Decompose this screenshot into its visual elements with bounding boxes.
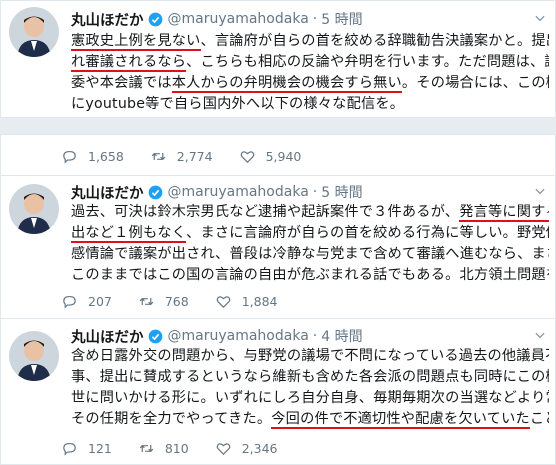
highlight-underline: 今回の件で不適切性や配慮を欠いていた	[271, 411, 530, 429]
timestamp[interactable]: 5 時間	[321, 9, 362, 29]
action-bar: 207 768 1,884	[61, 290, 304, 312]
verified-badge-icon	[148, 329, 163, 344]
tweet-line: その任期を全力でやってきた。今回の件で不適切性や配慮を欠いていたことに	[71, 411, 549, 429]
separator-dot: ·	[312, 184, 318, 200]
like-button[interactable]: 2,346	[215, 440, 278, 457]
like-count: 5,940	[265, 148, 302, 164]
reply-button[interactable]: 1,658	[61, 148, 124, 165]
verified-badge-icon	[148, 185, 163, 200]
tweet-line: 感情論で議案が出され、普段は冷静な与党まで含めて審議へ進むなら、まさに	[71, 246, 549, 262]
retweet-icon	[139, 297, 154, 305]
tweet-3[interactable]: 丸山ほだか @maruyamahodaka · 4 時間 含め日露外交の問題から…	[0, 319, 556, 465]
retweet-count: 810	[164, 440, 189, 456]
tweet-header: 丸山ほだか @maruyamahodaka · 4 時間	[71, 326, 535, 346]
chevron-down-icon[interactable]	[533, 11, 547, 25]
chevron-down-icon[interactable]	[533, 184, 547, 198]
highlight-underline: 本人からの弁明機会の機会すら無い	[171, 75, 402, 93]
divider	[0, 118, 556, 134]
retweet-button[interactable]: 768	[138, 293, 189, 310]
display-name[interactable]: 丸山ほだか	[71, 182, 144, 203]
retweet-button[interactable]: 810	[138, 440, 189, 457]
tweet-line: 世に問いかける形に。いずれにしろ自分自身、毎期毎期次の当選などより常に	[71, 390, 549, 406]
retweet-count: 2,774	[176, 148, 213, 164]
tweet-line: このままではこの国の言論の自由が危ぶまれる話でもある。北方領土問題を	[71, 267, 549, 283]
retweet-button[interactable]: 2,774	[150, 148, 213, 165]
timestamp[interactable]: 4 時間	[321, 326, 362, 346]
like-count: 2,346	[241, 440, 278, 456]
chevron-down-icon[interactable]	[533, 328, 547, 342]
reply-icon	[63, 295, 76, 309]
retweet-icon	[151, 152, 166, 160]
tweet-line: 過去、可決は鈴木宗男氏など逮捕や起訴案件で３件あるが、発言等に関する提	[71, 202, 549, 223]
tweet-line: 含め日露外交の問題から、与野党の議場で不問になっている過去の他議員不祥	[71, 348, 549, 364]
tweet-line: れ審議されるなら、こちらも相応の反論や弁明を行います。ただ問題は、議運	[71, 54, 549, 72]
handle[interactable]: @maruyamahodaka	[168, 11, 309, 27]
timestamp[interactable]: 5 時間	[321, 182, 362, 202]
like-icon	[240, 150, 254, 163]
like-count: 1,884	[241, 293, 278, 309]
highlight-underline: 発言等に関する提	[459, 204, 549, 222]
tweet-text: 含め日露外交の問題から、与野党の議場で不問になっている過去の他議員不祥 事、提出…	[71, 346, 549, 430]
display-name[interactable]: 丸山ほだか	[71, 326, 144, 347]
tweet-line: 委や本会議では本人からの弁明機会の機会すら無い。その場合には、この機会	[71, 75, 549, 93]
separator-dot: ·	[312, 328, 318, 344]
like-icon	[216, 442, 231, 455]
action-bar: 121 810 2,346	[61, 437, 304, 459]
reply-count: 1,658	[88, 148, 124, 164]
tweet-text: 憲政史上例を見ない、言論府が自らの首を絞める辞職勧告決議案かと。提出さ れ審議さ…	[71, 31, 549, 115]
tweet-line: 事、提出に賛成するというなら維新も含めた各会派の問題点も同時にこの機に	[71, 369, 549, 385]
like-button[interactable]: 1,884	[215, 293, 278, 310]
tweet-line: にyoutube等で自ら国内外へ以下の様々な配信を。	[71, 96, 405, 112]
tweet-line: 憲政史上例を見ない、言論府が自らの首を絞める辞職勧告決議案かと。提出さ	[71, 33, 549, 51]
reply-icon	[63, 442, 76, 456]
tweet-text: 過去、可決は鈴木宗男氏など逮捕や起訴案件で３件あるが、発言等に関する提 出など１…	[71, 202, 549, 286]
reply-icon	[63, 150, 76, 164]
tweet-1[interactable]: 丸山ほだか @maruyamahodaka · 5 時間 憲政史上例を見ない、言…	[0, 0, 556, 118]
tweet-2[interactable]: 丸山ほだか @maruyamahodaka · 5 時間 過去、可決は鈴木宗男氏…	[0, 176, 556, 319]
retweet-count: 768	[164, 293, 189, 309]
display-name[interactable]: 丸山ほだか	[71, 9, 144, 30]
highlight-underline: 憲政史上例を見ない	[71, 33, 201, 51]
highlight-underline: 出など１例もなく	[71, 225, 187, 243]
handle[interactable]: @maruyamahodaka	[168, 328, 309, 344]
retweet-icon	[139, 444, 154, 452]
tweet-header: 丸山ほだか @maruyamahodaka · 5 時間	[71, 182, 535, 202]
reply-count: 207	[88, 293, 112, 309]
action-bar: 1,658 2,774 5,940	[61, 145, 327, 167]
like-button[interactable]: 5,940	[239, 148, 302, 165]
like-icon	[216, 295, 231, 308]
highlight-underline: れ審議されるなら	[71, 54, 187, 72]
tweet-line: 出など１例もなく、まさに言論府が自らの首を絞める行為に等しい。野党側の	[71, 225, 549, 243]
reply-button[interactable]: 207	[61, 293, 112, 310]
avatar[interactable]	[9, 331, 59, 381]
verified-badge-icon	[148, 12, 163, 27]
reply-button[interactable]: 121	[61, 440, 112, 457]
tweet-1-actions-panel: 1,658 2,774 5,940	[0, 134, 556, 176]
reply-count: 121	[88, 440, 112, 456]
avatar[interactable]	[9, 7, 59, 57]
separator-dot: ·	[312, 11, 318, 27]
tweet-header: 丸山ほだか @maruyamahodaka · 5 時間	[71, 9, 535, 29]
handle[interactable]: @maruyamahodaka	[168, 184, 309, 200]
avatar[interactable]	[9, 184, 59, 234]
